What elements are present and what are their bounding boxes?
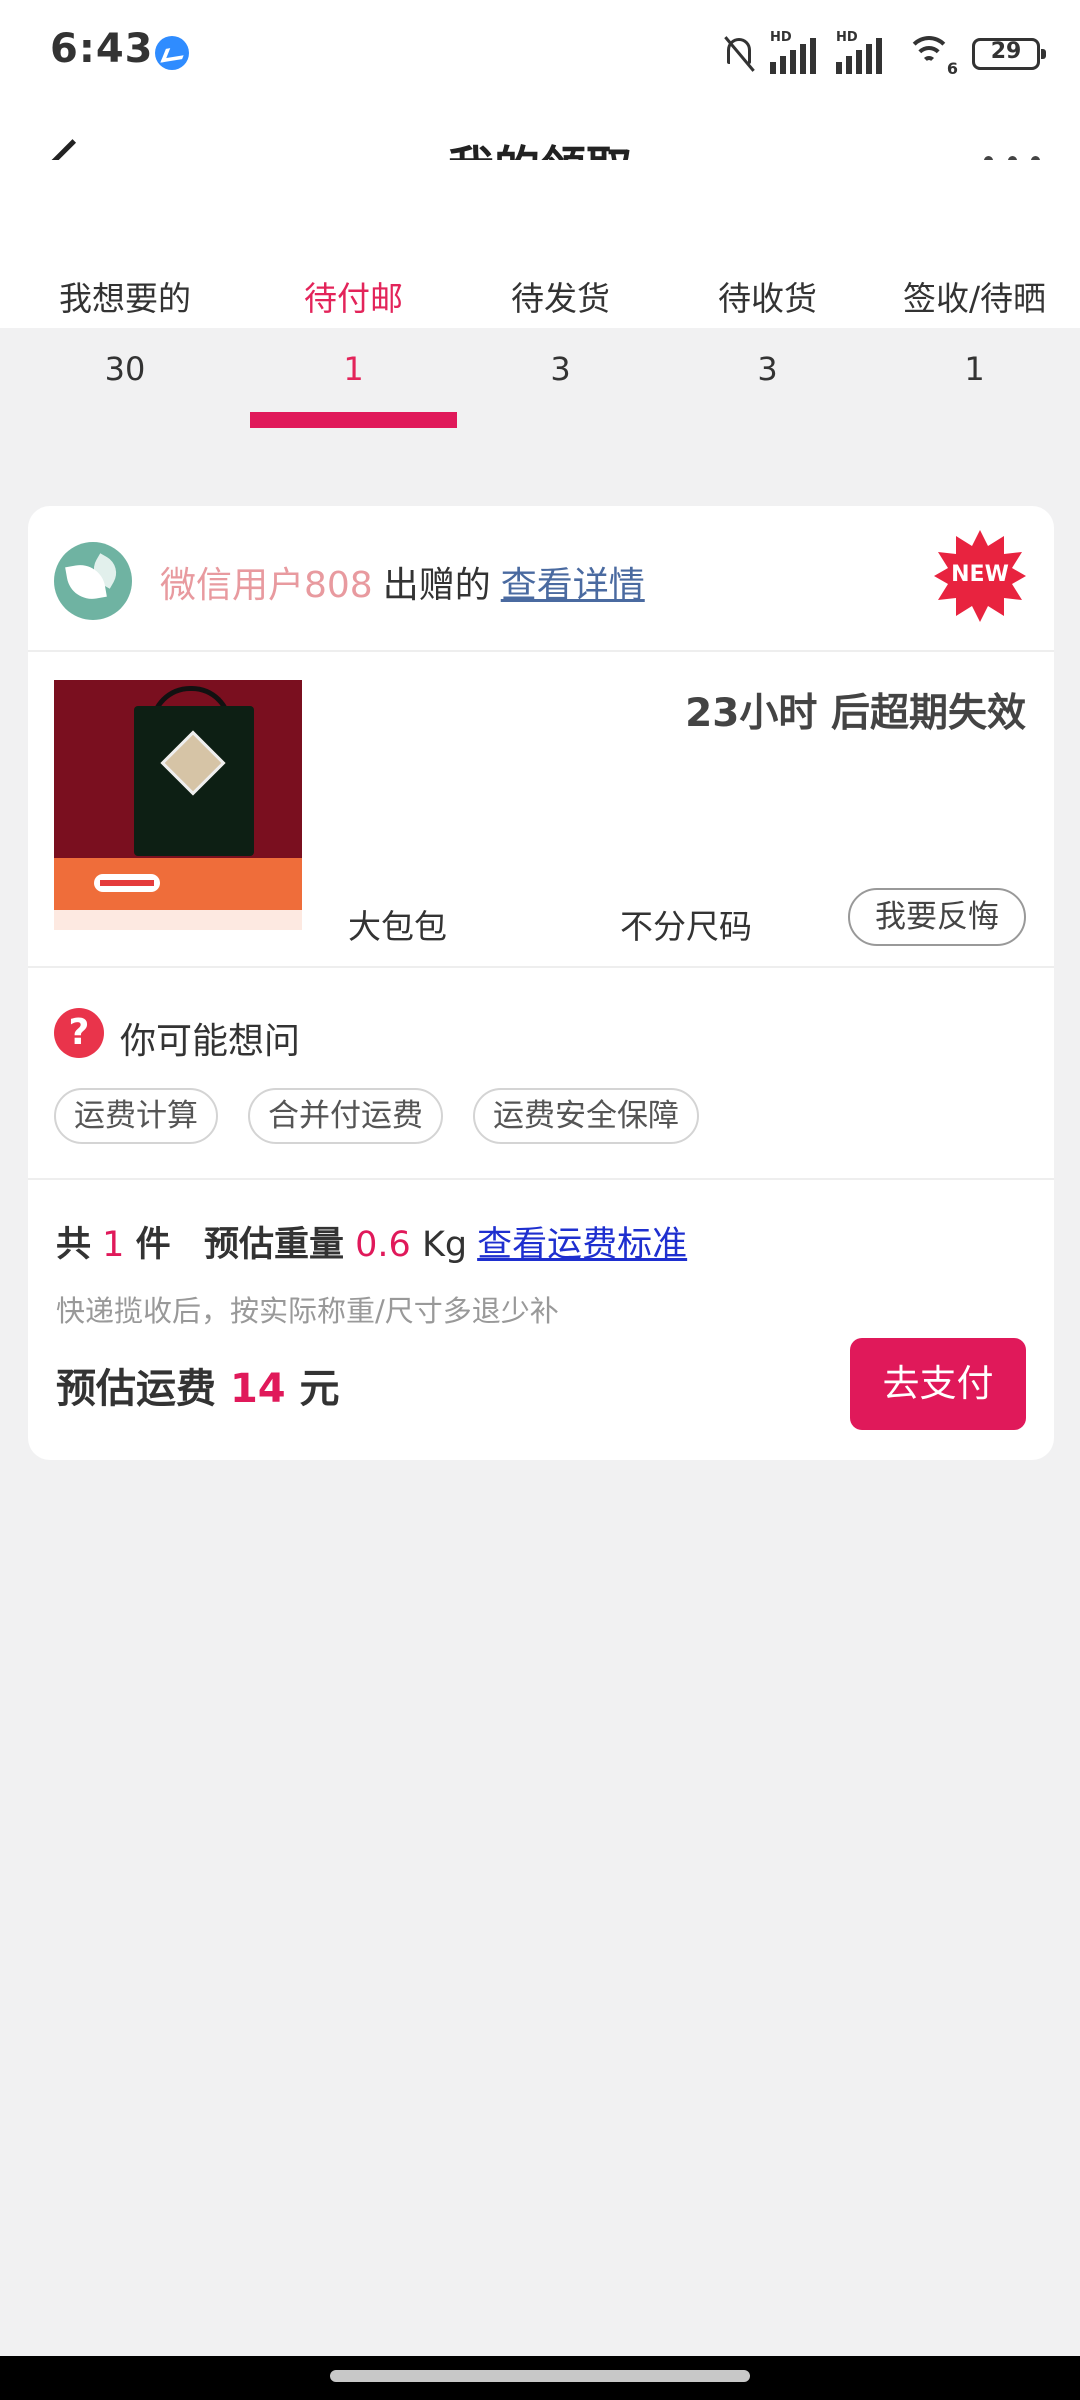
tab-count: 3 (757, 350, 778, 388)
giver-line: 微信用户808 出赠的 查看详情 (160, 556, 645, 608)
avatar[interactable] (54, 542, 132, 620)
product-row: 23小时 后超期失效 大包包 不分尺码 我要反悔 (28, 652, 1054, 968)
count-suffix: 件 (135, 1225, 171, 1265)
tab-want[interactable]: 我想要的 30 (0, 160, 250, 388)
fee-value: 14 (229, 1366, 286, 1412)
tab-count: 1 (964, 350, 985, 388)
bell-muted-icon (722, 34, 756, 74)
giver-verb: 出赠的 (382, 565, 491, 606)
status-icons: HD HD 6 29 (722, 30, 1046, 78)
tab-count: 1 (343, 350, 364, 388)
tab-count: 30 (104, 350, 146, 388)
giver-row: 微信用户808 出赠的 查看详情 NEW (28, 506, 1054, 652)
clock: 6:43 (50, 26, 154, 72)
tab-pending-shipment[interactable]: 待发货 3 (457, 160, 664, 388)
weight-unit: Kg (421, 1225, 468, 1265)
item-count: 1 (102, 1225, 125, 1265)
fee-unit: 元 (299, 1366, 340, 1412)
tab-label: 签收/待晒 (902, 279, 1047, 318)
messenger-icon (155, 36, 189, 70)
signal-icon: HD (836, 30, 888, 74)
order-card: 微信用户808 出赠的 查看详情 NEW 23小时 后超期失效 大包包 不分尺码 我… (28, 506, 1054, 1460)
freight-standard-link[interactable]: 查看运费标准 (477, 1225, 687, 1265)
new-badge-label: NEW (951, 562, 1009, 587)
tab-label: 待付邮 (304, 279, 403, 318)
freight-fee-line: 预估运费 14 元 (56, 1356, 340, 1414)
regret-button[interactable]: 我要反悔 (848, 888, 1026, 946)
tab-pending-postage[interactable]: 待付邮 1 (250, 160, 457, 428)
weight-note: 快递揽收后，按实际称重/尺寸多退少补 (56, 1294, 559, 1328)
wifi-icon: 6 (902, 34, 958, 78)
system-nav-bar (0, 2356, 1080, 2400)
signal-label: HD (836, 30, 858, 45)
pay-button[interactable]: 去支付 (850, 1338, 1026, 1430)
tab-active-indicator (250, 412, 457, 428)
home-gesture-handle[interactable] (330, 2370, 750, 2382)
fee-label: 预估运费 (56, 1366, 216, 1412)
tab-signed[interactable]: 签收/待晒 1 (871, 160, 1078, 388)
expiry-countdown: 23小时 后超期失效 (685, 691, 1026, 736)
product-image[interactable] (54, 680, 302, 930)
faq-chip-freight-calc[interactable]: 运费计算 (54, 1088, 218, 1144)
payment-summary: 共 1 件 预估重量 0.6 Kg 查看运费标准 快递揽收后，按实际称重/尺寸多退… (28, 1180, 1054, 1460)
battery-icon: 29 (972, 38, 1046, 70)
wifi-label: 6 (946, 59, 958, 78)
weight-label: 预估重量 (203, 1225, 344, 1265)
question-icon: ? (54, 1008, 104, 1058)
weight-value: 0.6 (355, 1225, 411, 1265)
tab-count: 3 (550, 350, 571, 388)
tab-bar: 我想要的 30 待付邮 1 待发货 3 待收货 3 签收/待晒 1 (0, 160, 1080, 428)
faq-chip-merge-freight[interactable]: 合并付运费 (248, 1088, 443, 1144)
count-weight-line: 共 1 件 预估重量 0.6 Kg 查看运费标准 (56, 1216, 687, 1267)
battery-level: 29 (990, 39, 1022, 64)
count-prefix: 共 (56, 1225, 92, 1265)
view-detail-link[interactable]: 查看详情 (501, 565, 645, 606)
tab-label: 待收货 (718, 279, 817, 318)
status-bar: 6:43 HD HD 6 29 (0, 0, 1080, 100)
giver-name[interactable]: 微信用户808 (160, 565, 373, 606)
faq-title: 你可能想问 (120, 1021, 301, 1062)
tab-pending-receipt[interactable]: 待收货 3 (664, 160, 871, 388)
product-size: 不分尺码 (620, 907, 752, 946)
faq-chip-freight-guarantee[interactable]: 运费安全保障 (473, 1088, 699, 1144)
new-badge: NEW (934, 530, 1026, 622)
signal-label: HD (770, 30, 792, 45)
tab-label: 我想要的 (59, 279, 191, 318)
tab-label: 待发货 (511, 279, 610, 318)
product-name: 大包包 (348, 907, 447, 946)
signal-icon: HD (770, 30, 822, 74)
faq-section: ? 你可能想问 运费计算 合并付运费 运费安全保障 (28, 968, 1054, 1180)
faq-chips: 运费计算 合并付运费 运费安全保障 (54, 1088, 699, 1144)
